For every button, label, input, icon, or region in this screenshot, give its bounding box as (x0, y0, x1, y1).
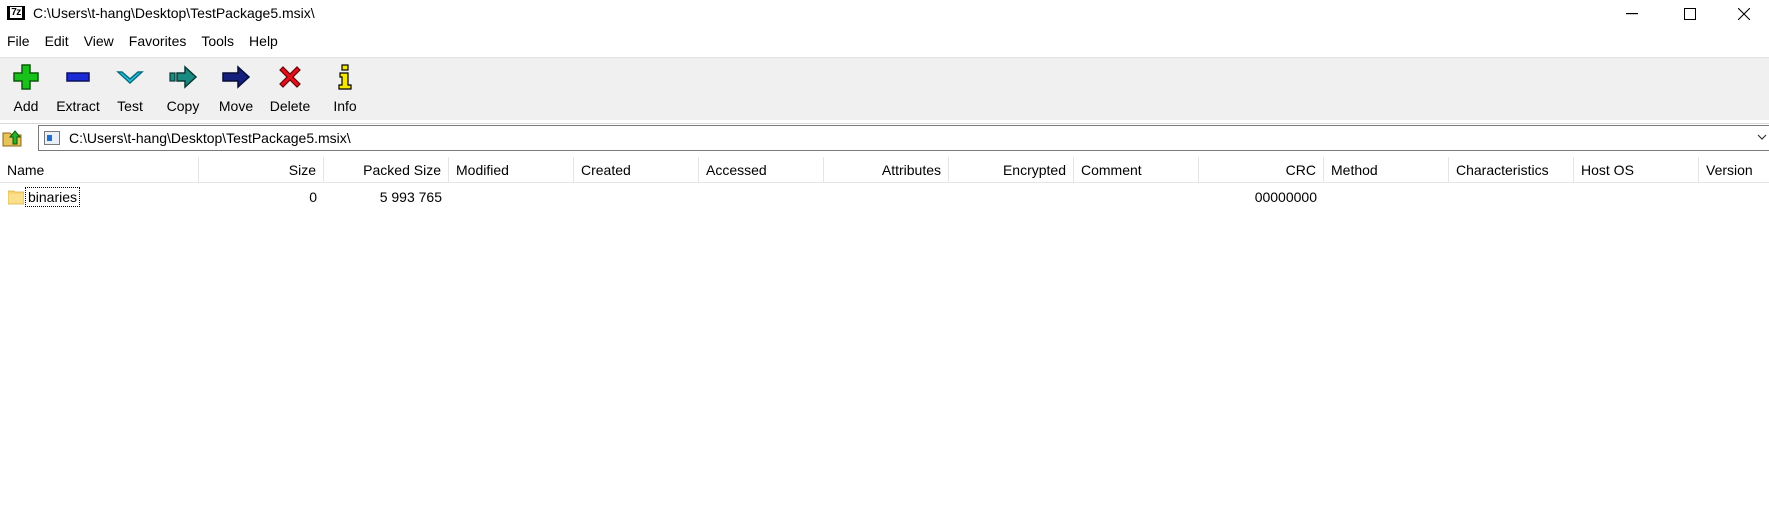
column-header-comment[interactable]: Comment (1074, 157, 1199, 183)
menu-file[interactable]: File (0, 30, 38, 52)
path-combobox[interactable]: C:\Users\t-hang\Desktop\TestPackage5.msi… (38, 125, 1769, 151)
menu-help[interactable]: Help (242, 30, 286, 52)
column-header-crc[interactable]: CRC (1199, 157, 1324, 183)
address-bar: C:\Users\t-hang\Desktop\TestPackage5.msi… (0, 123, 1769, 151)
delete-button[interactable]: Delete (264, 58, 316, 120)
path-text: C:\Users\t-hang\Desktop\TestPackage5.msi… (69, 130, 351, 146)
menu-bar: File Edit View Favorites Tools Help (0, 30, 1769, 52)
menu-view[interactable]: View (77, 30, 122, 52)
drive-icon (44, 131, 60, 145)
cell-size: 0 (309, 189, 317, 205)
test-button[interactable]: Test (104, 58, 156, 120)
app-icon-text: 7z (10, 7, 22, 18)
list-header: Name Size Packed Size Modified Created A… (0, 157, 1769, 183)
column-header-method[interactable]: Method (1324, 157, 1449, 183)
folder-up-icon (2, 130, 22, 147)
add-button[interactable]: Add (0, 58, 52, 120)
info-icon (338, 64, 352, 90)
checkmark-icon (116, 71, 144, 85)
extract-button[interactable]: Extract (52, 58, 104, 120)
column-header-host-os[interactable]: Host OS (1574, 157, 1699, 183)
title-bar: 7z C:\Users\t-hang\Desktop\TestPackage5.… (0, 0, 1769, 27)
column-header-characteristics[interactable]: Characteristics (1449, 157, 1574, 183)
column-header-packed-size[interactable]: Packed Size (324, 157, 449, 183)
column-header-attributes[interactable]: Attributes (824, 157, 949, 183)
maximize-button[interactable] (1661, 0, 1719, 27)
plus-icon (13, 64, 39, 90)
copy-arrow-icon (169, 65, 198, 89)
column-header-accessed[interactable]: Accessed (699, 157, 824, 183)
chevron-down-icon[interactable] (1757, 133, 1767, 141)
info-label: Info (333, 98, 357, 114)
toolbar: Add Extract Test Copy Move Delete Info (0, 57, 1769, 120)
menu-favorites[interactable]: Favorites (122, 30, 195, 52)
column-header-encrypted[interactable]: Encrypted (949, 157, 1074, 183)
cell-packed-size: 5 993 765 (379, 189, 442, 205)
app-logo-icon: 7z (7, 6, 25, 20)
column-header-name[interactable]: Name (0, 157, 199, 183)
window-title: C:\Users\t-hang\Desktop\TestPackage5.msi… (33, 5, 315, 21)
minus-icon (66, 72, 90, 82)
column-header-size[interactable]: Size (199, 157, 324, 183)
column-header-version[interactable]: Version (1699, 157, 1769, 183)
delete-x-icon (279, 66, 301, 88)
column-header-modified[interactable]: Modified (449, 157, 574, 183)
up-folder-button[interactable] (2, 127, 24, 149)
move-arrow-icon (222, 65, 251, 89)
minimize-button[interactable] (1603, 0, 1661, 27)
file-name[interactable]: binaries (25, 187, 81, 207)
table-row[interactable]: binaries 0 5 993 765 00000000 (0, 185, 1769, 209)
minimize-icon (1626, 12, 1638, 14)
info-button[interactable]: Info (319, 58, 371, 120)
column-header-created[interactable]: Created (574, 157, 699, 183)
copy-button[interactable]: Copy (157, 58, 209, 120)
close-icon (1738, 7, 1750, 20)
menu-edit[interactable]: Edit (38, 30, 77, 52)
folder-icon (8, 190, 24, 205)
menu-tools[interactable]: Tools (194, 30, 242, 52)
move-button[interactable]: Move (210, 58, 262, 120)
cell-crc: 00000000 (1254, 189, 1317, 205)
maximize-icon (1684, 7, 1696, 20)
close-button[interactable] (1719, 0, 1769, 27)
